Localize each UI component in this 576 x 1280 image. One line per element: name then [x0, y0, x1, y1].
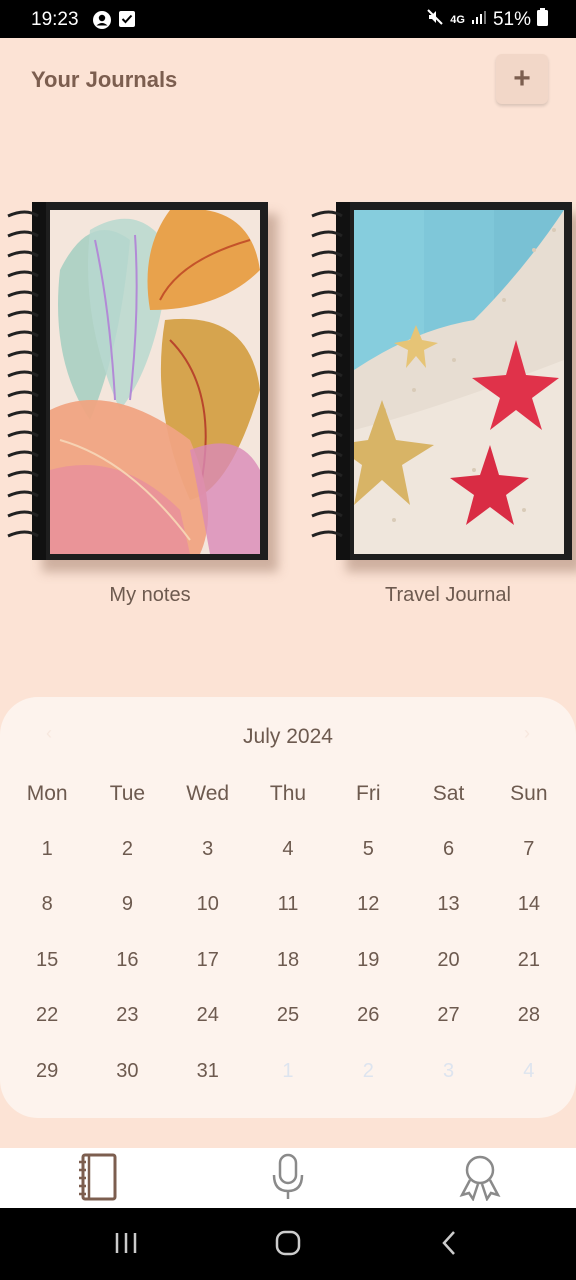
calendar-day[interactable]: 11 [248, 893, 328, 949]
calendar-day-next-month[interactable]: 2 [328, 1060, 408, 1116]
journal-icon [75, 1153, 119, 1206]
weekday-label: Fri [356, 782, 381, 805]
calendar-day[interactable]: 22 [7, 1004, 87, 1060]
checkbox-notification-icon [118, 10, 136, 36]
network-label: 4G [450, 14, 465, 26]
calendar-day[interactable]: 2 [87, 838, 167, 894]
calendar-day[interactable]: 21 [489, 949, 569, 1005]
mute-icon [426, 8, 444, 32]
add-journal-button[interactable]: + [496, 54, 548, 104]
calendar-day[interactable]: 6 [408, 838, 488, 894]
calendar-day[interactable]: 30 [87, 1060, 167, 1116]
calendar-day[interactable]: 23 [87, 1004, 167, 1060]
calendar-day[interactable]: 4 [248, 838, 328, 894]
system-navigation-bar [0, 1208, 576, 1280]
calendar-day[interactable]: 28 [489, 1004, 569, 1060]
journal-card-my-notes[interactable] [4, 202, 268, 562]
calendar-day-next-month[interactable]: 4 [489, 1060, 569, 1116]
spiral-binding [308, 202, 352, 560]
weekday-header: Mon Tue Wed Thu Fri Sat Sun [7, 782, 569, 838]
weekday-label: Wed [186, 782, 230, 805]
calendar-day[interactable]: 13 [408, 893, 488, 949]
calendar-week: 1 2 3 4 5 6 7 [7, 838, 569, 894]
status-time: 19:23 [31, 9, 79, 30]
journal-title[interactable]: My notes [22, 584, 278, 607]
calendar-day[interactable]: 10 [168, 893, 248, 949]
calendar-grid: Mon Tue Wed Thu Fri Sat Sun 1 2 3 4 5 6 … [7, 782, 569, 1115]
back-icon[interactable] [440, 1230, 458, 1261]
calendar-day[interactable]: 17 [168, 949, 248, 1005]
calendar-day[interactable]: 24 [168, 1004, 248, 1060]
journal-cover [32, 202, 268, 560]
starfish-artwork [354, 210, 564, 554]
calendar-week: 8 9 10 11 12 13 14 [7, 893, 569, 949]
nav-journals[interactable] [72, 1153, 122, 1206]
calendar-day[interactable]: 9 [87, 893, 167, 949]
journal-title[interactable]: Travel Journal [320, 584, 576, 607]
recent-apps-icon[interactable] [114, 1230, 138, 1261]
calendar-month-label: July 2024 [243, 725, 333, 748]
award-icon [456, 1153, 504, 1206]
weekday-label: Tue [109, 782, 146, 805]
calendar-day[interactable]: 18 [248, 949, 328, 1005]
calendar-day[interactable]: 16 [87, 949, 167, 1005]
signal-icon [471, 9, 487, 31]
home-icon[interactable] [275, 1230, 301, 1261]
battery-percent: 51% [492, 9, 531, 30]
calendar-day[interactable]: 29 [7, 1060, 87, 1116]
battery-icon [537, 8, 548, 32]
bottom-navigation [0, 1148, 576, 1208]
calendar-day[interactable]: 19 [328, 949, 408, 1005]
calendar-week: 29 30 31 1 2 3 4 [7, 1060, 569, 1116]
calendar-day[interactable]: 15 [7, 949, 87, 1005]
app-header: Your Journals + [0, 38, 576, 118]
journal-cover [336, 202, 572, 560]
spiral-binding [4, 202, 48, 560]
calendar-day[interactable]: 20 [408, 949, 488, 1005]
calendar-week: 22 23 24 25 26 27 28 [7, 1004, 569, 1060]
microphone-icon [271, 1153, 305, 1206]
weekday-label: Thu [269, 782, 307, 805]
nav-achievements[interactable] [455, 1154, 505, 1204]
nav-voice[interactable] [263, 1153, 313, 1206]
calendar-day-next-month[interactable]: 3 [408, 1060, 488, 1116]
calendar-day[interactable]: 27 [408, 1004, 488, 1060]
weekday-label: Sun [510, 782, 548, 805]
calendar-day[interactable]: 26 [328, 1004, 408, 1060]
journal-card-travel[interactable] [308, 202, 572, 562]
weekday-label: Mon [26, 782, 68, 805]
calendar-week: 15 16 17 18 19 20 21 [7, 949, 569, 1005]
calendar-day[interactable]: 1 [7, 838, 87, 894]
status-bar: 19:23 4G 51% [0, 0, 576, 38]
calendar-day[interactable]: 12 [328, 893, 408, 949]
calendar-day-next-month[interactable]: 1 [248, 1060, 328, 1116]
calendar-day[interactable]: 5 [328, 838, 408, 894]
calendar-day[interactable]: 7 [489, 838, 569, 894]
calendar-day[interactable]: 8 [7, 893, 87, 949]
calendar-day[interactable]: 25 [248, 1004, 328, 1060]
calendar: ‹ July 2024 › Mon Tue Wed Thu Fri Sat Su… [0, 697, 576, 1118]
next-month-icon[interactable]: › [524, 723, 530, 744]
account-icon [92, 10, 112, 36]
leaf-artwork [50, 210, 260, 554]
page-title: Your Journals [31, 67, 178, 92]
weekday-label: Sat [432, 782, 465, 805]
calendar-day[interactable]: 31 [168, 1060, 248, 1116]
calendar-day[interactable]: 14 [489, 893, 569, 949]
calendar-day[interactable]: 3 [168, 838, 248, 894]
